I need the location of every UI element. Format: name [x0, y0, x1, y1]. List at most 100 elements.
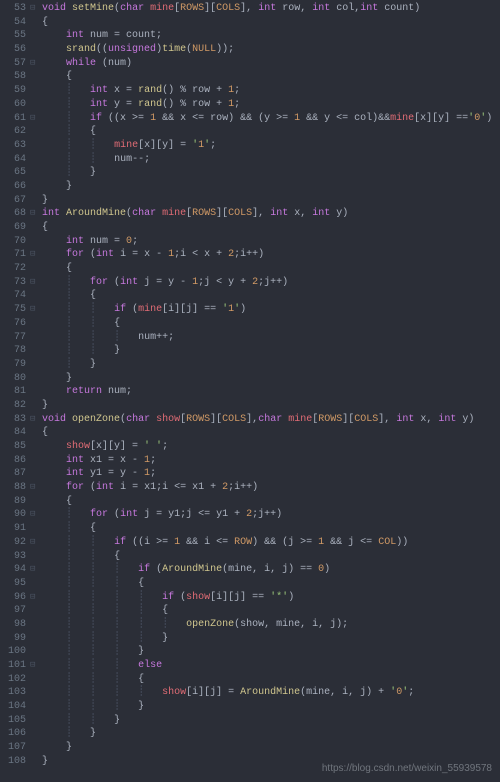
watermark: https://blog.csdn.net/weixin_55939578: [322, 762, 492, 776]
line-number: 90: [0, 508, 26, 522]
line-number: 70: [0, 235, 26, 249]
fold-marker: [30, 331, 42, 345]
code-line: int num = count;: [42, 29, 500, 43]
line-number: 84: [0, 426, 26, 440]
line-number-gutter: 5354555657585960616263646566676869707172…: [0, 2, 30, 769]
fold-marker: [30, 604, 42, 618]
code-line: ┊ ┊ num--;: [42, 153, 500, 167]
line-number: 75: [0, 303, 26, 317]
fold-marker: [30, 358, 42, 372]
fold-marker: [30, 43, 42, 57]
fold-marker[interactable]: ⊟: [30, 481, 42, 495]
fold-marker[interactable]: ⊟: [30, 563, 42, 577]
line-number: 57: [0, 57, 26, 71]
fold-marker[interactable]: ⊟: [30, 57, 42, 71]
code-line: ┊ ┊ ┊ }: [42, 645, 500, 659]
line-number: 104: [0, 700, 26, 714]
fold-marker: [30, 289, 42, 303]
fold-marker[interactable]: ⊟: [30, 2, 42, 16]
line-number: 93: [0, 550, 26, 564]
fold-marker: [30, 235, 42, 249]
fold-marker: [30, 29, 42, 43]
fold-marker: [30, 84, 42, 98]
code-line: ┊ for (int j = y1;j <= y1 + 2;j++): [42, 508, 500, 522]
fold-marker: [30, 98, 42, 112]
line-number: 62: [0, 125, 26, 139]
line-number: 58: [0, 70, 26, 84]
fold-marker: [30, 618, 42, 632]
line-number: 85: [0, 440, 26, 454]
fold-marker: [30, 577, 42, 591]
line-number: 103: [0, 686, 26, 700]
line-number: 67: [0, 194, 26, 208]
code-line: ┊ ┊ mine[x][y] = '1';: [42, 139, 500, 153]
fold-marker: [30, 755, 42, 769]
code-line: ┊ }: [42, 166, 500, 180]
code-line: for (int i = x1;i <= x1 + 2;i++): [42, 481, 500, 495]
fold-marker: [30, 139, 42, 153]
fold-marker: [30, 166, 42, 180]
fold-marker: [30, 153, 42, 167]
code-line: ┊ {: [42, 289, 500, 303]
code-editor: 5354555657585960616263646566676869707172…: [0, 0, 500, 769]
fold-marker: [30, 467, 42, 481]
line-number: 88: [0, 481, 26, 495]
code-line: }: [42, 372, 500, 386]
fold-marker[interactable]: ⊟: [30, 591, 42, 605]
fold-marker: [30, 727, 42, 741]
line-number: 108: [0, 755, 26, 769]
fold-marker: [30, 70, 42, 84]
code-line: ┊ }: [42, 358, 500, 372]
line-number: 63: [0, 139, 26, 153]
fold-marker: [30, 741, 42, 755]
line-number: 55: [0, 29, 26, 43]
line-number: 53: [0, 2, 26, 16]
line-number: 96: [0, 591, 26, 605]
fold-marker[interactable]: ⊟: [30, 413, 42, 427]
fold-marker[interactable]: ⊟: [30, 248, 42, 262]
line-number: 91: [0, 522, 26, 536]
code-line: ┊ ┊ {: [42, 317, 500, 331]
line-number: 97: [0, 604, 26, 618]
fold-marker: [30, 262, 42, 276]
fold-marker[interactable]: ⊟: [30, 276, 42, 290]
line-number: 89: [0, 495, 26, 509]
code-line: void setMine(char mine[ROWS][COLS], int …: [42, 2, 500, 16]
code-line: ┊ ┊ ┊ if (AroundMine(mine, i, j) == 0): [42, 563, 500, 577]
fold-marker[interactable]: ⊟: [30, 207, 42, 221]
code-line: void openZone(char show[ROWS][COLS],char…: [42, 413, 500, 427]
line-number: 95: [0, 577, 26, 591]
code-line: ┊ ┊ ┊ {: [42, 577, 500, 591]
code-area: void setMine(char mine[ROWS][COLS], int …: [42, 2, 500, 769]
fold-marker[interactable]: ⊟: [30, 508, 42, 522]
line-number: 105: [0, 714, 26, 728]
code-line: ┊ ┊ }: [42, 344, 500, 358]
line-number: 80: [0, 372, 26, 386]
fold-gutter: ⊟ ⊟ ⊟ ⊟ ⊟ ⊟ ⊟ ⊟ ⊟ ⊟ ⊟ ⊟ ⊟ ⊟: [30, 2, 42, 769]
code-line: {: [42, 16, 500, 30]
fold-marker: [30, 632, 42, 646]
code-line: for (int i = x - 1;i < x + 2;i++): [42, 248, 500, 262]
line-number: 54: [0, 16, 26, 30]
code-line: {: [42, 426, 500, 440]
fold-marker: [30, 426, 42, 440]
code-line: {: [42, 262, 500, 276]
fold-marker[interactable]: ⊟: [30, 536, 42, 550]
line-number: 73: [0, 276, 26, 290]
line-number: 81: [0, 385, 26, 399]
fold-marker[interactable]: ⊟: [30, 303, 42, 317]
code-line: int y1 = y - 1;: [42, 467, 500, 481]
line-number: 56: [0, 43, 26, 57]
code-line: ┊ if ((x >= 1 && x <= row) && (y >= 1 &&…: [42, 112, 500, 126]
code-line: return num;: [42, 385, 500, 399]
line-number: 60: [0, 98, 26, 112]
code-line: }: [42, 741, 500, 755]
fold-marker[interactable]: ⊟: [30, 659, 42, 673]
line-number: 59: [0, 84, 26, 98]
code-line: ┊ ┊ if (mine[i][j] == '1'): [42, 303, 500, 317]
code-line: ┊ ┊ ┊ ┊ ┊ openZone(show, mine, i, j);: [42, 618, 500, 632]
code-line: }: [42, 399, 500, 413]
fold-marker: [30, 686, 42, 700]
line-number: 65: [0, 166, 26, 180]
fold-marker[interactable]: ⊟: [30, 112, 42, 126]
